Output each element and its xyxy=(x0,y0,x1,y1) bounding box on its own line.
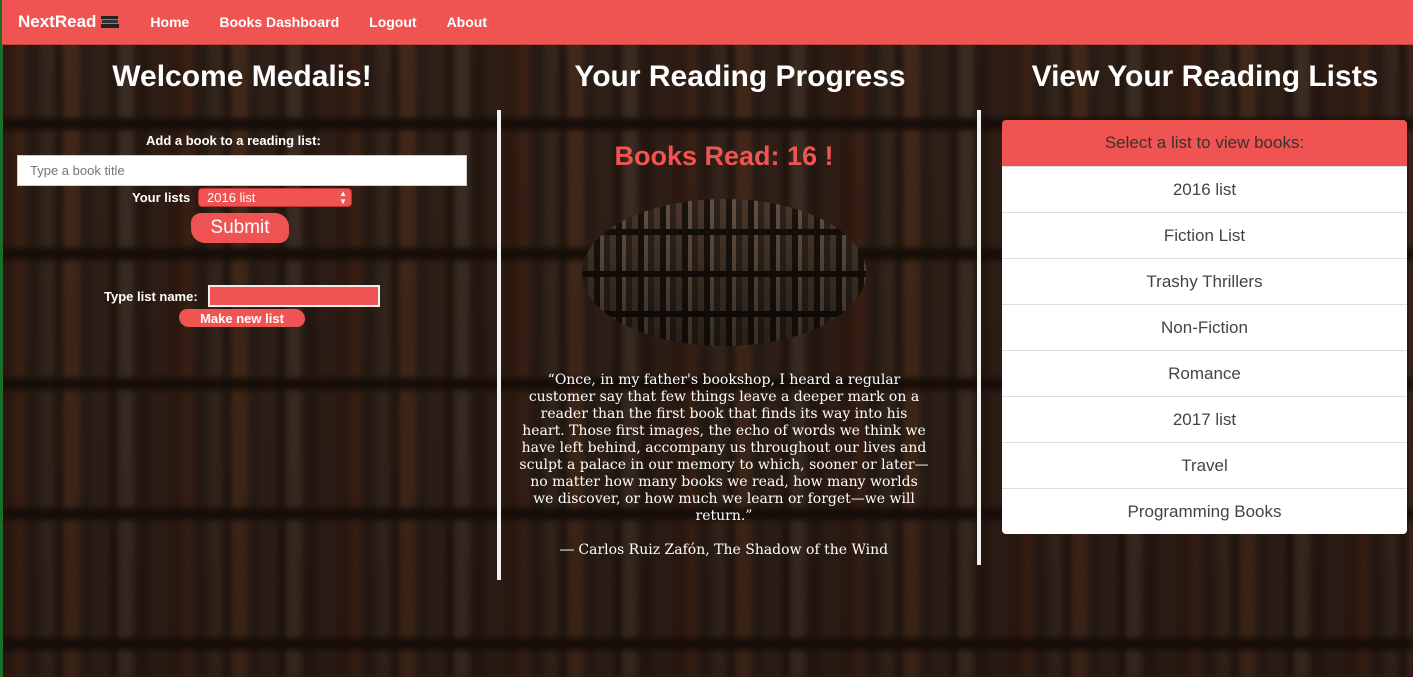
nav-logout[interactable]: Logout xyxy=(369,14,416,30)
list-item[interactable]: 2016 list xyxy=(1002,167,1407,213)
column-divider-left xyxy=(497,110,501,580)
brand[interactable]: NextRead xyxy=(18,12,120,32)
progress-heading: Your Reading Progress xyxy=(574,60,906,93)
list-item[interactable]: Programming Books xyxy=(1002,489,1407,534)
add-book-label: Add a book to a reading list: xyxy=(146,133,321,148)
reading-lists: Select a list to view books: 2016 list F… xyxy=(1002,120,1407,534)
lists-heading: View Your Reading Lists xyxy=(1031,60,1379,93)
list-item[interactable]: Travel xyxy=(1002,443,1407,489)
nav-home[interactable]: Home xyxy=(150,14,189,30)
make-new-list-button[interactable]: Make new list xyxy=(179,309,305,327)
navbar: NextRead Home Books Dashboard Logout Abo… xyxy=(2,0,1413,45)
list-item[interactable]: Non-Fiction xyxy=(1002,305,1407,351)
nav-books-dashboard[interactable]: Books Dashboard xyxy=(219,14,339,30)
list-item[interactable]: Trashy Thrillers xyxy=(1002,259,1407,305)
column-divider-right xyxy=(977,110,981,565)
book-stack-icon xyxy=(101,16,120,28)
book-title-input[interactable] xyxy=(17,155,467,186)
list-name-label: Type list name: xyxy=(104,289,198,304)
list-name-input[interactable] xyxy=(208,285,380,307)
list-select-value: 2016 list xyxy=(207,190,256,205)
progress-column: Your Reading Progress xyxy=(502,60,978,94)
lists-column: View Your Reading Lists xyxy=(1000,60,1410,94)
nav-about[interactable]: About xyxy=(447,14,487,30)
your-lists-label: Your lists xyxy=(132,190,191,205)
quote-author: ― Carlos Ruiz Zafón, The Shadow of the W… xyxy=(559,542,889,558)
submit-button[interactable]: Submit xyxy=(191,213,289,243)
list-item[interactable]: Romance xyxy=(1002,351,1407,397)
select-arrows-icon: ▲ ▼ xyxy=(339,189,347,206)
reading-lists-header: Select a list to view books: xyxy=(1002,120,1407,167)
window-edge xyxy=(0,0,3,677)
list-select[interactable]: 2016 list ▲ ▼ xyxy=(198,188,352,207)
welcome-heading: Welcome Medalis! xyxy=(112,60,372,93)
welcome-column: Welcome Medalis! xyxy=(2,60,482,94)
quote-text: “Once, in my father's bookshop, I heard … xyxy=(519,372,929,524)
list-item[interactable]: 2017 list xyxy=(1002,397,1407,443)
books-read-count: Books Read: 16 ! xyxy=(614,141,834,171)
brand-label: NextRead xyxy=(18,12,97,31)
list-item[interactable]: Fiction List xyxy=(1002,213,1407,259)
bookshelf-photo xyxy=(582,199,866,346)
